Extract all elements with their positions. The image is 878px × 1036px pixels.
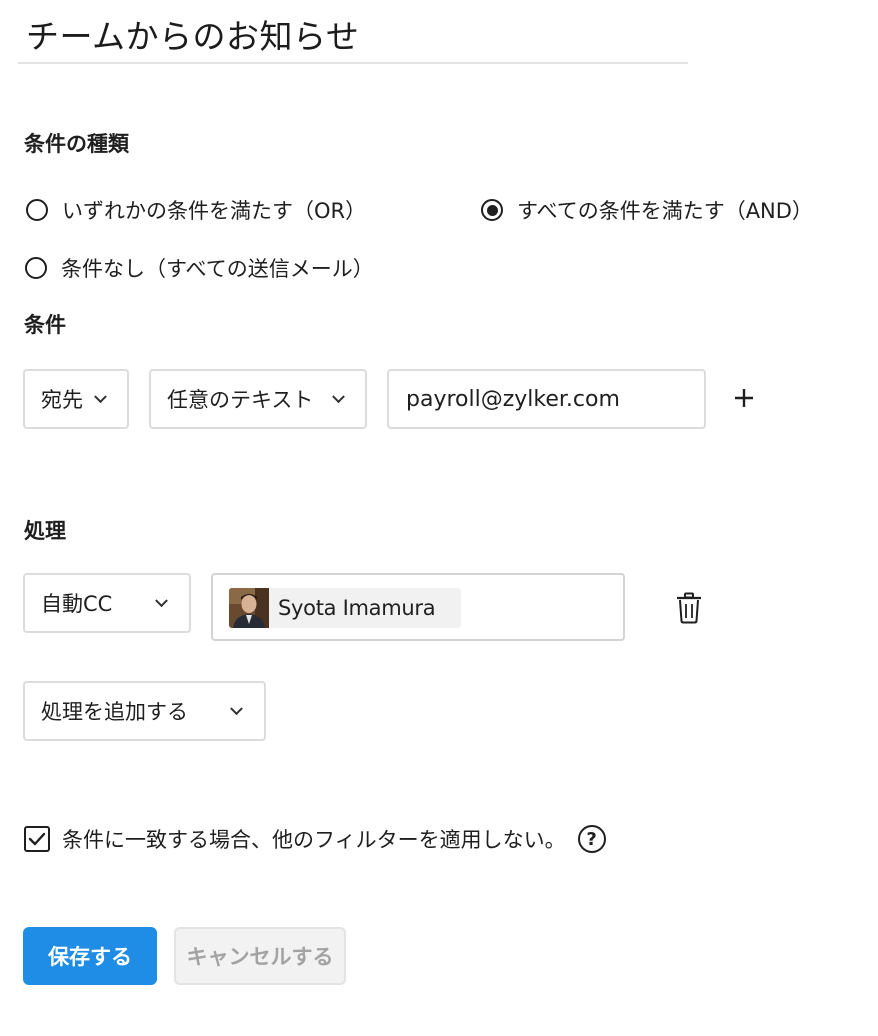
save-button[interactable]: 保存する bbox=[23, 927, 157, 985]
radio-circle-none[interactable] bbox=[25, 257, 47, 279]
radio-label-none: 条件なし（すべての送信メール） bbox=[61, 257, 374, 281]
radio-label-or: いずれかの条件を満たす（OR） bbox=[62, 199, 367, 223]
add-action-label: 処理を追加する bbox=[41, 700, 188, 724]
chevron-down-icon bbox=[332, 390, 345, 404]
recipient-name: Syota Imamura bbox=[278, 596, 436, 620]
stop-processing-checkbox[interactable] bbox=[24, 826, 50, 852]
stop-processing-label: 条件に一致する場合、他のフィルターを適用しない。 bbox=[62, 828, 566, 852]
stop-processing-row: 条件に一致する場合、他のフィルターを適用しない。 ? bbox=[24, 824, 606, 854]
condition-operator-select[interactable]: 任意のテキスト bbox=[149, 369, 367, 429]
condition-field-select[interactable]: 宛先 bbox=[23, 369, 129, 429]
trash-icon bbox=[677, 592, 701, 624]
condition-value-text: payroll@zylker.com bbox=[406, 386, 620, 412]
filter-editor: チームからのお知らせ 条件の種類 いずれかの条件を満たす（OR） すべての条件を… bbox=[0, 0, 878, 1036]
actions-heading: 処理 bbox=[24, 519, 66, 543]
filter-name-field[interactable]: チームからのお知らせ bbox=[18, 4, 688, 64]
chevron-down-icon bbox=[94, 390, 107, 404]
condition-operator-value: 任意のテキスト bbox=[167, 388, 314, 412]
recipient-chip[interactable]: Syota Imamura bbox=[229, 588, 461, 628]
filter-name-text: チームからのお知らせ bbox=[26, 17, 360, 56]
checkmark-icon bbox=[28, 832, 46, 846]
radio-circle-and[interactable] bbox=[481, 199, 503, 221]
user-avatar bbox=[229, 588, 269, 628]
condition-type-heading: 条件の種類 bbox=[24, 132, 129, 156]
action-type-select[interactable]: 自動CC bbox=[23, 573, 191, 633]
help-icon[interactable]: ? bbox=[577, 825, 606, 853]
cc-recipient-field[interactable]: Syota Imamura bbox=[211, 573, 625, 641]
delete-action-button[interactable] bbox=[675, 592, 703, 624]
action-type-value: 自動CC bbox=[41, 592, 113, 616]
chevron-down-icon bbox=[230, 702, 243, 716]
add-condition-button[interactable] bbox=[729, 383, 759, 413]
plus-icon bbox=[735, 389, 753, 407]
conditions-heading: 条件 bbox=[24, 313, 66, 337]
radio-condition-or[interactable]: いずれかの条件を満たす（OR） bbox=[26, 195, 366, 225]
radio-condition-none[interactable]: 条件なし（すべての送信メール） bbox=[25, 253, 374, 283]
condition-value-input[interactable]: payroll@zylker.com bbox=[387, 369, 706, 429]
cancel-button[interactable]: キャンセルする bbox=[174, 927, 346, 985]
add-action-select[interactable]: 処理を追加する bbox=[23, 681, 266, 741]
chevron-down-icon bbox=[155, 594, 168, 608]
condition-field-value: 宛先 bbox=[41, 388, 83, 412]
radio-condition-and[interactable]: すべての条件を満たす（AND） bbox=[481, 195, 813, 225]
radio-circle-or[interactable] bbox=[26, 199, 48, 221]
radio-label-and: すべての条件を満たす（AND） bbox=[517, 199, 813, 223]
